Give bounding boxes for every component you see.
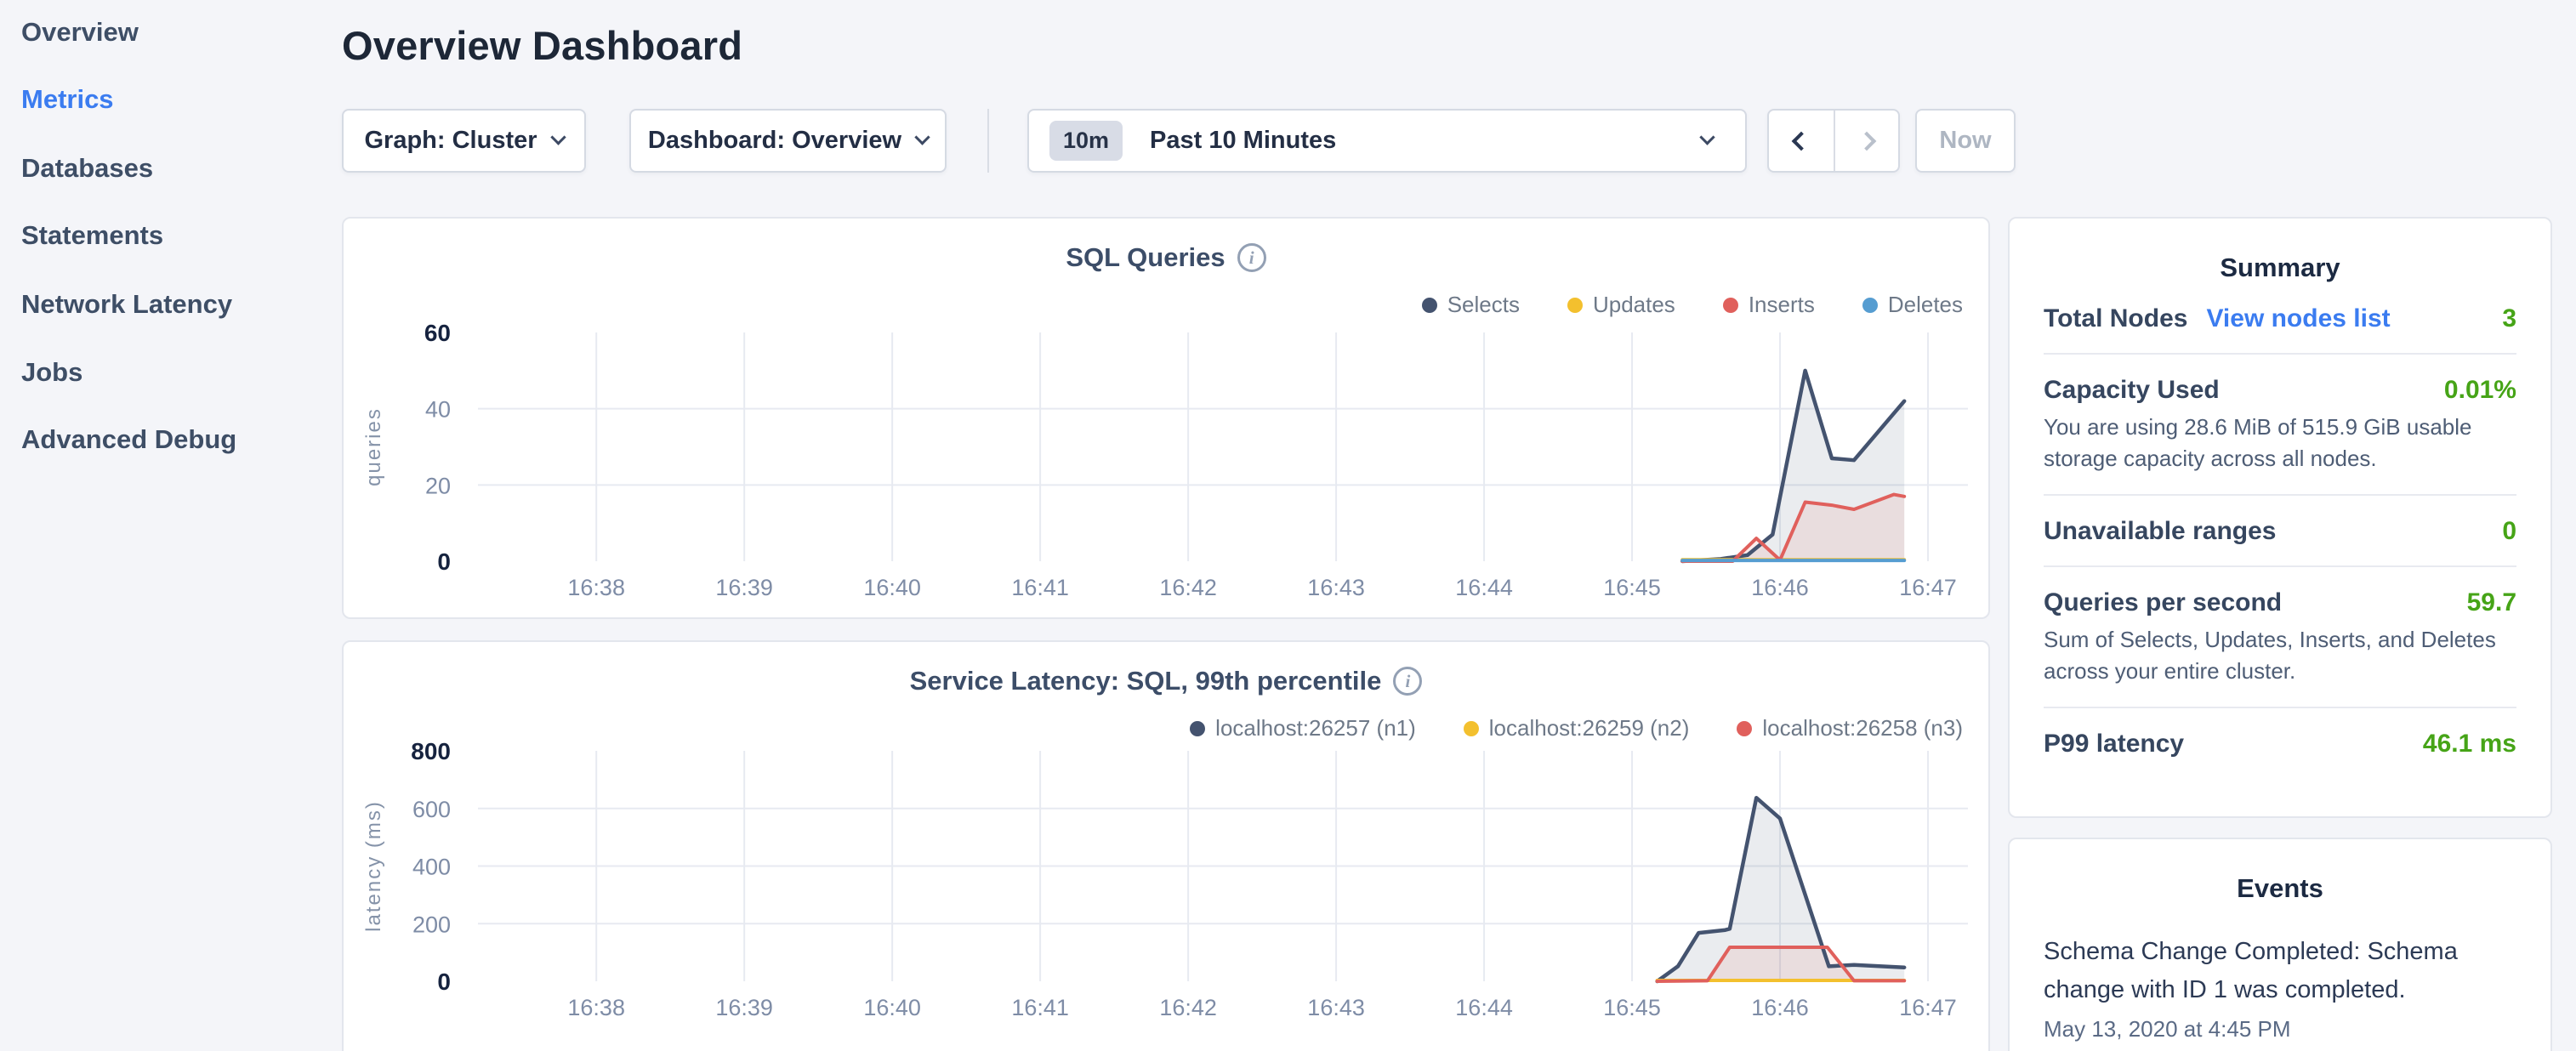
svg-text:16:44: 16:44 [1455, 995, 1513, 1020]
svg-text:16:41: 16:41 [1011, 995, 1069, 1020]
summary-value: 59.7 [2467, 588, 2516, 617]
summary-divider [2044, 707, 2516, 708]
page-title: Overview Dashboard [342, 22, 742, 69]
sidebar-item-statements[interactable]: Statements [21, 220, 163, 258]
summary-title: Summary [2044, 219, 2516, 283]
time-arrows [1767, 109, 1900, 173]
svg-text:16:46: 16:46 [1751, 995, 1809, 1020]
svg-text:16:39: 16:39 [715, 995, 773, 1020]
summary-divider [2044, 353, 2516, 355]
svg-text:16:45: 16:45 [1603, 995, 1661, 1020]
svg-text:16:40: 16:40 [863, 995, 921, 1020]
summary-value: 3 [2502, 304, 2516, 333]
svg-text:16:47: 16:47 [1899, 995, 1957, 1020]
now-button-label: Now [1939, 127, 1991, 155]
toolbar: Graph: Cluster Dashboard: Overview 10m P… [342, 109, 2213, 173]
svg-text:60: 60 [424, 320, 451, 346]
summary-description: Sum of Selects, Updates, Inserts, and De… [2044, 624, 2516, 687]
sidebar: Overview Metrics Databases Statements Networ… [0, 0, 340, 1051]
summary-label: Total Nodes [2044, 304, 2187, 333]
svg-text:16:43: 16:43 [1307, 575, 1365, 600]
svg-text:latency (ms): latency (ms) [362, 800, 385, 932]
sidebar-item-overview[interactable]: Overview [21, 17, 139, 54]
svg-text:0: 0 [437, 548, 451, 575]
event-timestamp: May 13, 2020 at 4:45 PM [2044, 1016, 2516, 1042]
svg-text:200: 200 [412, 912, 451, 937]
summary-card: Summary Total Nodes View nodes list 3 Capac… [2008, 217, 2552, 818]
svg-text:16:38: 16:38 [567, 995, 625, 1020]
toolbar-divider [987, 109, 989, 173]
sidebar-item-jobs[interactable]: Jobs [21, 357, 82, 395]
time-range-badge: 10m [1049, 121, 1123, 161]
sidebar-item-databases[interactable]: Databases [21, 153, 153, 190]
dashboard-dropdown-label: Dashboard: Overview [648, 127, 901, 155]
summary-row: Capacity Used 0.01% [2044, 376, 2516, 405]
chevron-down-icon [914, 129, 930, 145]
chevron-left-icon [1792, 131, 1811, 151]
svg-text:400: 400 [412, 855, 451, 880]
summary-divider [2044, 565, 2516, 567]
events-list: Schema Change Completed: Schema change w… [2044, 933, 2516, 1042]
svg-text:16:45: 16:45 [1603, 575, 1661, 600]
sql-queries-chart[interactable]: 16:38 16:39 16:40 16:41 16:42 16:43 16:44 16:45… [344, 219, 1992, 621]
event-message: Schema Change Completed: Schema change w… [2044, 933, 2516, 1009]
graph-dropdown[interactable]: Graph: Cluster [342, 109, 586, 173]
summary-value: 0.01% [2444, 376, 2516, 405]
summary-row: Queries per second 59.7 [2044, 588, 2516, 617]
events-title: Events [2044, 839, 2516, 904]
svg-text:queries: queries [362, 407, 385, 486]
svg-text:16:39: 16:39 [715, 575, 773, 600]
svg-text:16:43: 16:43 [1307, 995, 1365, 1020]
summary-label: P99 latency [2044, 730, 2184, 758]
sidebar-item-network-latency[interactable]: Network Latency [21, 289, 232, 327]
graph-dropdown-label: Graph: Cluster [364, 127, 537, 155]
svg-text:16:42: 16:42 [1159, 575, 1217, 600]
summary-row: Unavailable ranges 0 [2044, 517, 2516, 546]
svg-text:16:44: 16:44 [1455, 575, 1513, 600]
events-card: Events Schema Change Completed: Schema c… [2008, 838, 2552, 1051]
summary-row: P99 latency 46.1 ms [2044, 730, 2516, 758]
time-range-dropdown[interactable]: 10m Past 10 Minutes [1027, 109, 1747, 173]
chevron-right-icon [1857, 131, 1877, 151]
svg-text:16:46: 16:46 [1751, 575, 1809, 600]
svg-text:16:47: 16:47 [1899, 575, 1957, 600]
summary-label: Queries per second [2044, 588, 2282, 617]
now-button[interactable]: Now [1915, 109, 2016, 173]
svg-text:16:42: 16:42 [1159, 995, 1217, 1020]
service-latency-chart[interactable]: 16:38 16:39 16:40 16:41 16:42 16:43 16:44 16:45… [344, 642, 1992, 1051]
svg-text:16:38: 16:38 [567, 575, 625, 600]
summary-divider [2044, 494, 2516, 496]
svg-text:16:41: 16:41 [1011, 575, 1069, 600]
time-range-label: Past 10 Minutes [1150, 127, 1336, 155]
summary-rows: Total Nodes View nodes list 3 Capacity Used… [2044, 304, 2516, 758]
view-nodes-list-link[interactable]: View nodes list [2206, 304, 2390, 333]
sidebar-item-metrics[interactable]: Metrics [21, 84, 114, 122]
summary-label: Capacity Used [2044, 376, 2220, 405]
sidebar-item-advanced-debug[interactable]: Advanced Debug [21, 424, 236, 462]
summary-label: Unavailable ranges [2044, 517, 2276, 546]
svg-text:600: 600 [412, 797, 451, 822]
chevron-down-icon [550, 129, 566, 145]
dashboard-dropdown[interactable]: Dashboard: Overview [629, 109, 947, 173]
sql-queries-chart-card: SQL Queries i SelectsUpdatesInsertsDelet… [342, 217, 1990, 619]
summary-row: Total Nodes View nodes list 3 [2044, 304, 2516, 333]
next-time-button[interactable] [1834, 111, 1898, 171]
prev-time-button[interactable] [1769, 111, 1834, 171]
summary-value: 46.1 ms [2423, 730, 2516, 758]
summary-value: 0 [2502, 517, 2516, 546]
chevron-down-icon [1699, 129, 1714, 145]
svg-text:800: 800 [411, 738, 451, 764]
service-latency-chart-card: Service Latency: SQL, 99th percentile i … [342, 640, 1990, 1051]
svg-text:0: 0 [437, 969, 451, 995]
summary-description: You are using 28.6 MiB of 515.9 GiB usab… [2044, 412, 2516, 474]
svg-text:40: 40 [425, 397, 451, 423]
svg-text:20: 20 [425, 473, 451, 498]
svg-text:16:40: 16:40 [863, 575, 921, 600]
